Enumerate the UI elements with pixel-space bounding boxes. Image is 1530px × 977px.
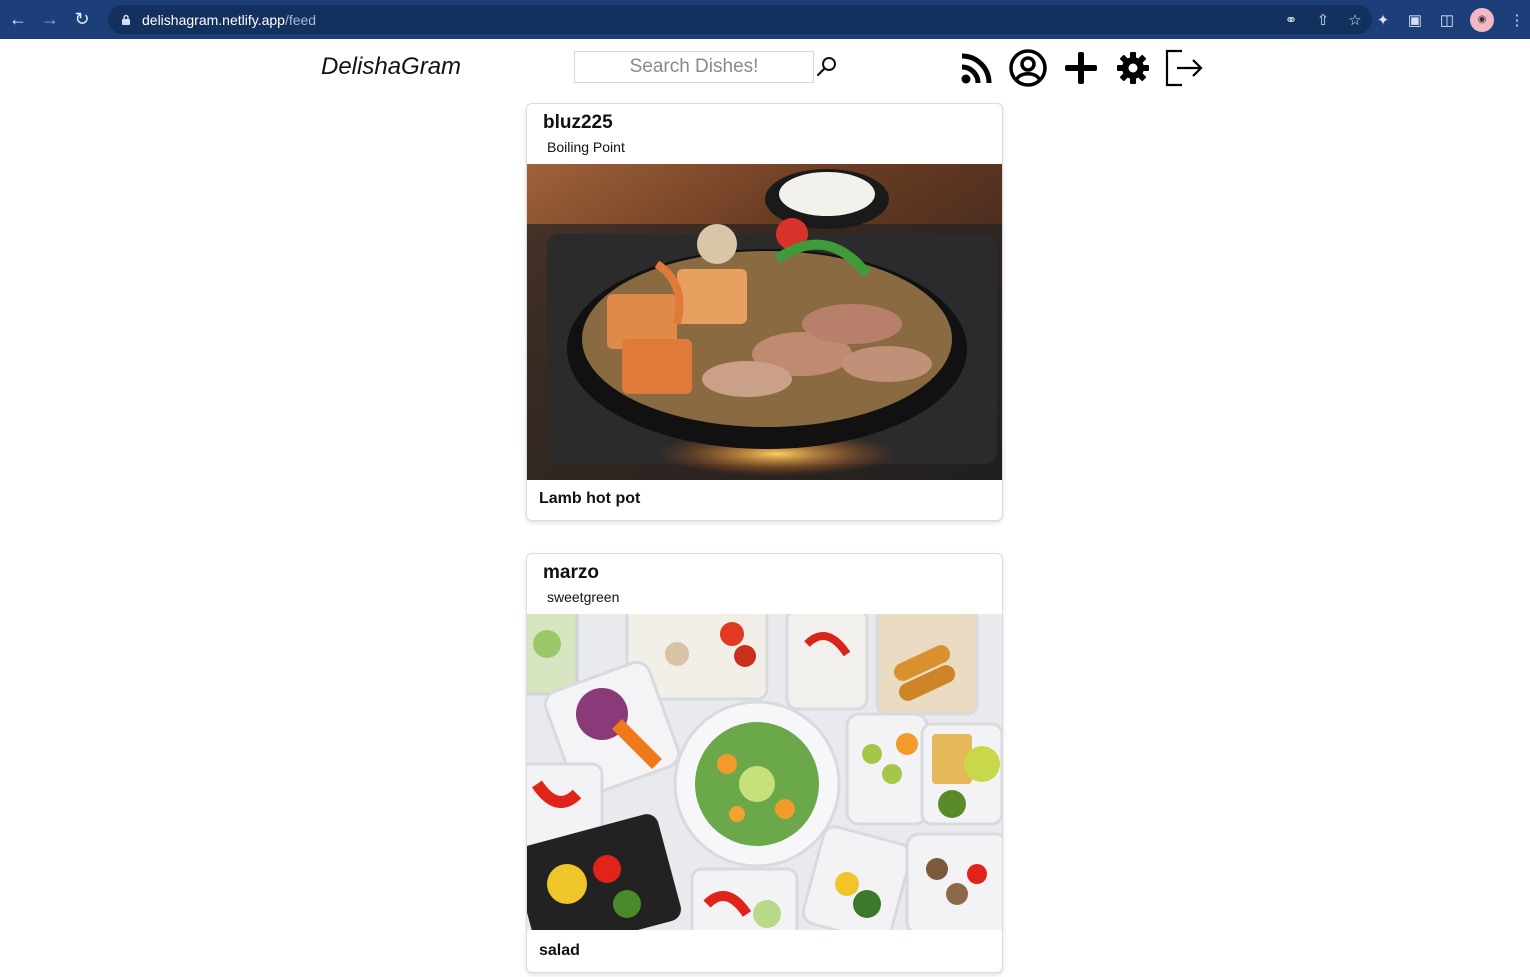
- rss-feed-icon[interactable]: [957, 48, 997, 88]
- lock-icon: [122, 14, 130, 25]
- cast-icon[interactable]: ▣: [1406, 11, 1424, 29]
- post-card[interactable]: marzo sweetgreen salad: [526, 553, 1003, 973]
- back-arrow-icon[interactable]: ←: [4, 6, 32, 34]
- profile-avatar[interactable]: ◉: [1470, 7, 1494, 32]
- post-username[interactable]: bluz225: [543, 112, 613, 134]
- brand-logo[interactable]: DelishaGram: [321, 53, 461, 81]
- key-icon[interactable]: ⚭: [1282, 11, 1300, 29]
- post-restaurant: sweetgreen: [547, 589, 620, 605]
- share-icon[interactable]: ⇧: [1314, 11, 1332, 29]
- post-username[interactable]: marzo: [543, 562, 599, 584]
- app-page: DelishaGram Search Dishes! bluz225 Boili…: [0, 39, 1530, 977]
- user-profile-icon[interactable]: [1008, 48, 1048, 88]
- logout-icon[interactable]: [1164, 48, 1204, 88]
- menu-kebab-icon[interactable]: ⋮: [1508, 11, 1526, 29]
- url-path: /feed: [284, 11, 317, 28]
- forward-arrow-icon[interactable]: →: [36, 6, 64, 34]
- bookmark-star-icon[interactable]: ☆: [1346, 11, 1364, 29]
- add-post-icon[interactable]: [1061, 48, 1101, 88]
- address-bar[interactable]: delishagram.netlify.app/feed ⚭ ⇧ ☆: [108, 5, 1372, 34]
- post-dish-name: Lamb hot pot: [539, 490, 641, 507]
- post-card[interactable]: bluz225 Boiling Point Lamb hot pot: [526, 103, 1003, 521]
- salad-photo: [527, 614, 1002, 930]
- settings-gear-icon[interactable]: [1113, 48, 1153, 88]
- post-restaurant: Boiling Point: [547, 139, 625, 155]
- browser-toolbar: ← → ↻ delishagram.netlify.app/feed ⚭ ⇧ ☆…: [0, 0, 1530, 39]
- post-dish-name: salad: [539, 942, 580, 959]
- hot-pot-photo: [527, 164, 1002, 480]
- search-icon[interactable]: [815, 55, 839, 79]
- url-host: delishagram.netlify.app: [142, 11, 285, 28]
- search-input[interactable]: [574, 51, 814, 83]
- extensions-icon[interactable]: ✦: [1374, 11, 1392, 29]
- reload-icon[interactable]: ↻: [68, 6, 96, 34]
- side-panel-icon[interactable]: ◫: [1438, 11, 1456, 29]
